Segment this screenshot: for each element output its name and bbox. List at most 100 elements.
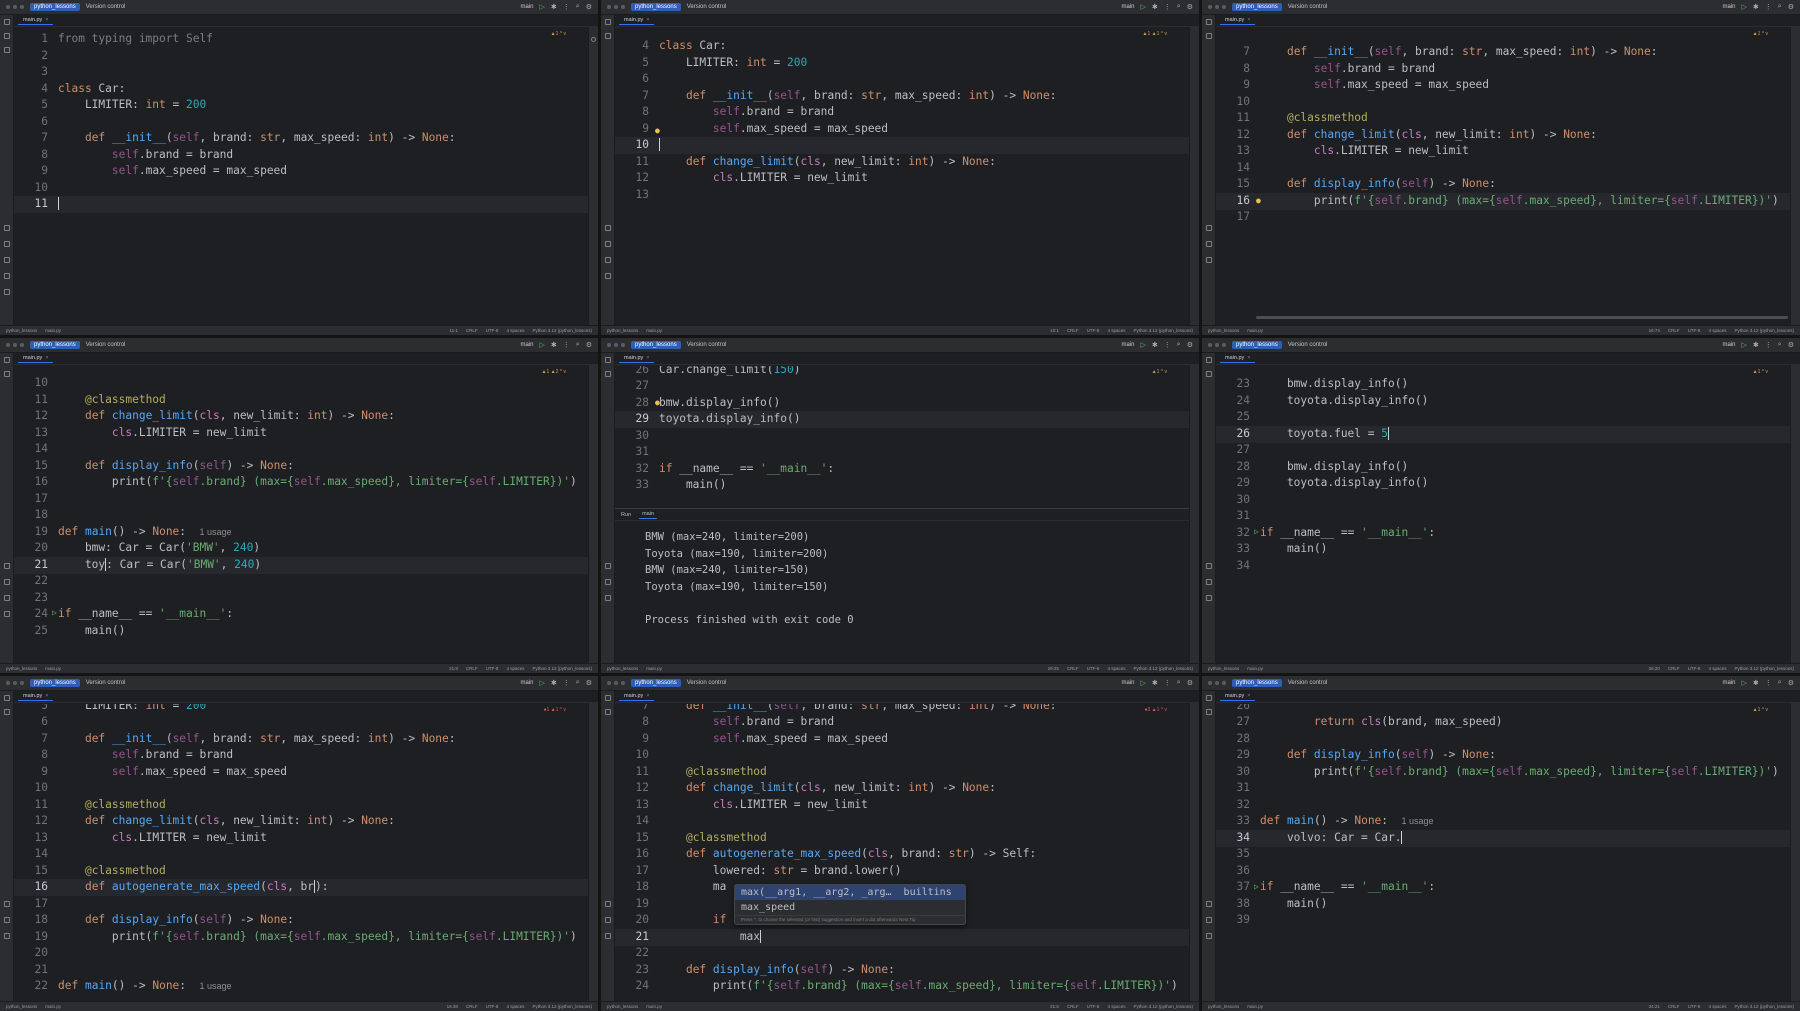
commit-icon[interactable] (1206, 371, 1212, 377)
tab-main-py[interactable]: main.py × (1220, 16, 1256, 25)
more-icon[interactable]: ⋮ (1164, 679, 1171, 687)
vcs-menu[interactable]: Version control (687, 680, 727, 686)
code-editor[interactable]: 23 bmw.display_info() 24 toyota.display_… (1216, 366, 1790, 663)
commit-icon[interactable] (605, 371, 611, 377)
horizontal-scrollbar[interactable] (1256, 316, 1788, 319)
search-icon[interactable]: ⌕ (1778, 3, 1782, 11)
settings-icon[interactable]: ⚙ (1788, 3, 1794, 11)
window-controls[interactable] (607, 5, 625, 9)
code-editor[interactable]: 26 27 return cls(brand, max_speed) 28 29… (1216, 704, 1790, 1001)
terminal-icon[interactable] (605, 257, 611, 263)
vcs-menu[interactable]: Version control (1288, 342, 1328, 348)
tab-main-py[interactable]: main.py × (18, 692, 54, 701)
run-icon[interactable]: ▷ (1141, 679, 1146, 687)
branch-selector[interactable]: main (521, 4, 534, 10)
run-config-tab[interactable]: main (639, 510, 658, 519)
settings-icon[interactable]: ⚙ (586, 679, 592, 687)
project-selector[interactable]: python_lessons (631, 679, 681, 687)
structure-icon[interactable] (4, 47, 10, 53)
project-selector[interactable]: python_lessons (30, 679, 80, 687)
completion-item[interactable]: max(__arg1, __arg2, _arg… builtins (735, 885, 965, 900)
run-icon[interactable]: ▷ (540, 679, 545, 687)
run-gutter-icon[interactable]: ▷ (1254, 882, 1259, 891)
window-controls[interactable] (6, 343, 24, 347)
terminal-icon[interactable] (1206, 241, 1212, 247)
more-icon[interactable]: ⋮ (563, 3, 570, 11)
code-editor[interactable]: 7 def __init__(self, brand: str, max_spe… (615, 704, 1189, 1001)
project-selector[interactable]: python_lessons (30, 341, 80, 349)
inspection-widget[interactable]: ▲1 ▲1 ^ v (1143, 31, 1167, 37)
code-editor[interactable]: 10 11 @classmethod 12 def change_limit(c… (14, 366, 588, 663)
run-tool-icon[interactable] (1206, 563, 1212, 569)
run-console[interactable]: BMW (max=240, limiter=200) Toyota (max=1… (615, 523, 1189, 663)
run-icon[interactable]: ▷ (540, 3, 545, 11)
terminal-icon[interactable] (1206, 579, 1212, 585)
commit-icon[interactable] (4, 371, 10, 377)
run-tool-icon[interactable] (605, 241, 611, 247)
completion-item[interactable]: max_speed (735, 900, 965, 915)
vcs-menu[interactable]: Version control (86, 680, 126, 686)
debug-icon[interactable]: ✱ (1152, 341, 1158, 349)
search-icon[interactable]: ⌕ (576, 341, 580, 349)
inspection-widget[interactable]: ▲1 ^ v (1152, 369, 1167, 375)
project-icon[interactable] (605, 19, 611, 25)
project-icon[interactable] (4, 695, 10, 701)
window-controls[interactable] (1208, 343, 1226, 347)
more-icon[interactable]: ⋮ (563, 341, 570, 349)
problems-icon[interactable] (605, 273, 611, 279)
code-editor[interactable]: 26 Car.change_limit(150) 27 28 bmw.display… (615, 366, 1189, 496)
commit-icon[interactable] (605, 709, 611, 715)
code-editor[interactable]: 4 class Car: 5 LIMITER: int = 200 6 7 def… (615, 28, 1189, 325)
project-selector[interactable]: python_lessons (1232, 679, 1282, 687)
intention-bulb-icon[interactable]: ● (655, 398, 660, 407)
settings-icon[interactable]: ⚙ (586, 341, 592, 349)
settings-icon[interactable]: ⚙ (1187, 3, 1193, 11)
window-controls[interactable] (1208, 681, 1226, 685)
window-controls[interactable] (607, 343, 625, 347)
more-icon[interactable]: ⋮ (1164, 3, 1171, 11)
tab-main-py[interactable]: main.py × (18, 16, 54, 25)
vcs-menu[interactable]: Version control (687, 342, 727, 348)
commit-icon[interactable] (4, 33, 10, 39)
run-icon[interactable]: ▷ (1141, 341, 1146, 349)
branch-selector[interactable]: main (521, 680, 534, 686)
problems-icon[interactable] (4, 933, 10, 939)
problems-icon[interactable] (605, 933, 611, 939)
terminal-icon[interactable] (1206, 917, 1212, 923)
debug-icon[interactable]: ✱ (1753, 679, 1759, 687)
commit-icon[interactable] (1206, 33, 1212, 39)
usage-hint[interactable]: 1 usage (200, 981, 232, 991)
debug-icon[interactable]: ✱ (551, 341, 557, 349)
terminal-icon[interactable] (4, 257, 10, 263)
search-icon[interactable]: ⌕ (1778, 341, 1782, 349)
project-icon[interactable] (1206, 695, 1212, 701)
branch-selector[interactable]: main (1723, 4, 1736, 10)
tab-main-py[interactable]: main.py × (18, 354, 54, 363)
vcs-menu[interactable]: Version control (687, 4, 727, 10)
problems-icon[interactable] (1206, 595, 1212, 601)
run-icon[interactable]: ▷ (1742, 3, 1747, 11)
code-editor[interactable]: 5 LIMITER: int = 200 6 7 def __init__(se… (14, 704, 588, 1001)
run-tool-icon[interactable] (1206, 225, 1212, 231)
problems-icon[interactable] (4, 273, 10, 279)
run-icon[interactable]: ▷ (1742, 679, 1747, 687)
code-editor[interactable]: 7 def __init__(self, brand: str, max_spe… (1216, 28, 1790, 325)
branch-selector[interactable]: main (1122, 342, 1135, 348)
project-icon[interactable] (4, 19, 10, 25)
problems-icon[interactable] (1206, 933, 1212, 939)
more-icon[interactable]: ⋮ (1765, 679, 1772, 687)
problems-icon[interactable] (4, 595, 10, 601)
search-icon[interactable]: ⌕ (1177, 3, 1181, 11)
commit-icon[interactable] (1206, 709, 1212, 715)
intention-bulb-icon[interactable]: ● (1256, 196, 1261, 205)
settings-icon[interactable]: ⚙ (1187, 679, 1193, 687)
project-icon[interactable] (1206, 357, 1212, 363)
python-console-icon[interactable] (4, 225, 10, 231)
more-icon[interactable]: ⋮ (1765, 3, 1772, 11)
python-console-icon[interactable] (605, 225, 611, 231)
run-tool-icon[interactable] (4, 241, 10, 247)
run-tool-icon[interactable] (605, 901, 611, 907)
completion-popup[interactable]: max(__arg1, __arg2, _arg… builtins max_s… (734, 884, 966, 925)
project-icon[interactable] (1206, 19, 1212, 25)
inspection-widget[interactable]: ▲1 ^ v (551, 31, 566, 37)
